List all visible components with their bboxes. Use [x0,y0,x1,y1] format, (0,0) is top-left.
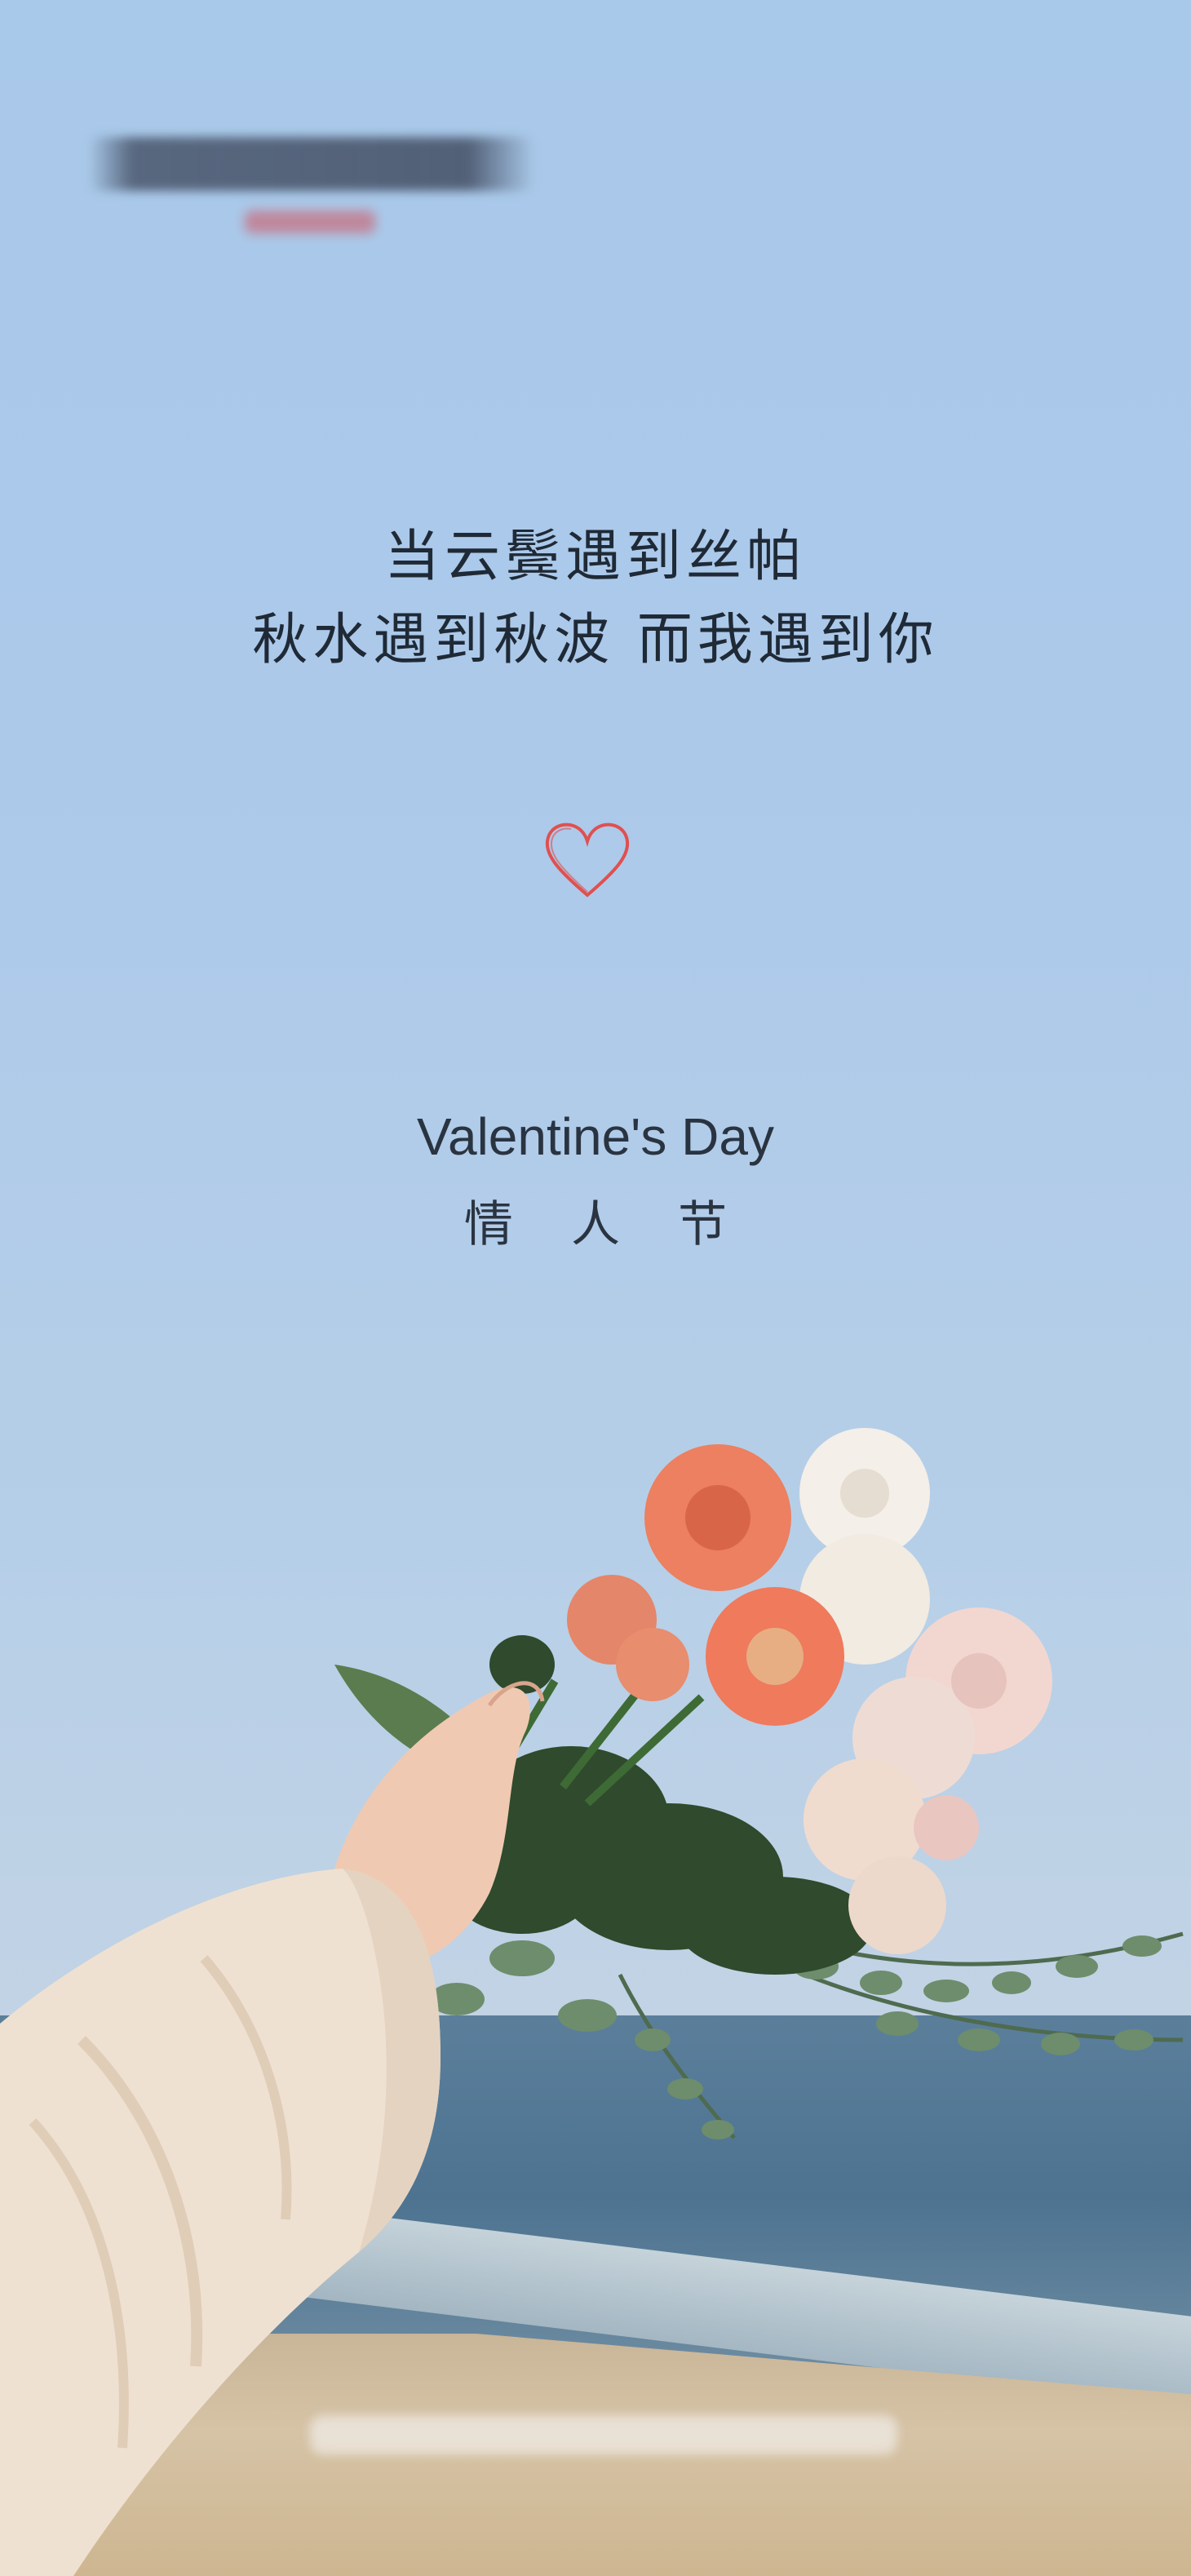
sweater-sleeve [0,1869,441,2576]
valentines-day-english: Valentine's Day [417,1107,774,1166]
poem-line-2: 秋水遇到秋波 而我遇到你 [252,608,939,672]
poem-line-1: 当云鬓遇到丝帕 [383,525,807,589]
valentines-day-chinese: 情 人 节 [463,1196,749,1253]
valentines-poster: 当云鬓遇到丝帕 秋水遇到秋波 而我遇到你 Valentine's Day 情 人… [0,0,1191,2576]
blurred-footer-text [310,2415,897,2454]
heart-outline-icon [545,822,630,898]
hand-holding-bouquet-photo [0,1428,1184,2576]
white-roses [799,1428,1052,1954]
blurred-logo-subtext [245,211,375,233]
blurred-logo [88,137,535,191]
